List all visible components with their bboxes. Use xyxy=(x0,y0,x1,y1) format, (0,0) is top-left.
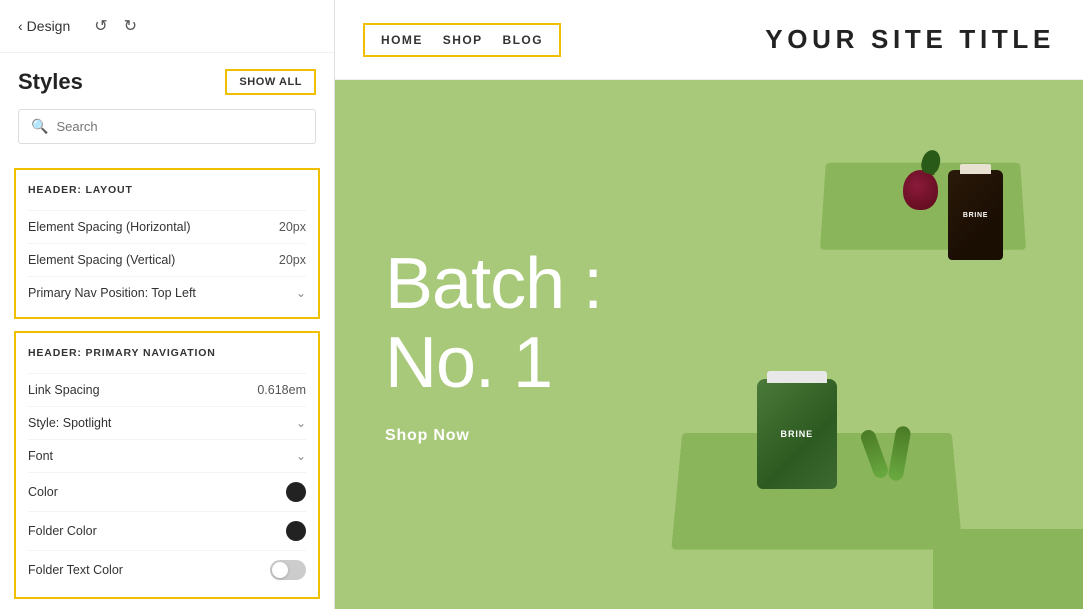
hero-heading-line2: No. 1 xyxy=(385,323,552,403)
bottle-product: BRINE xyxy=(948,170,1003,260)
header-nav-title: HEADER: PRIMARY NAVIGATION xyxy=(28,347,306,359)
history-controls: ↺ ↻ xyxy=(88,14,143,38)
color-swatch[interactable] xyxy=(286,482,306,502)
folder-color-label: Folder Color xyxy=(28,524,97,538)
link-spacing-label: Link Spacing xyxy=(28,383,100,397)
property-row: Element Spacing (Vertical) 20px xyxy=(28,243,306,276)
color-value xyxy=(286,482,306,502)
nav-box: HOME SHOP BLOG xyxy=(363,23,561,57)
jar-lid xyxy=(767,371,827,383)
folder-text-color-label: Folder Text Color xyxy=(28,563,123,577)
folder-text-color-row[interactable]: Folder Text Color xyxy=(28,550,306,589)
color-row[interactable]: Color xyxy=(28,472,306,511)
font-label: Font xyxy=(28,449,53,463)
folder-text-color-value xyxy=(270,560,306,580)
property-label: Element Spacing (Horizontal) xyxy=(28,220,191,234)
undo-button[interactable]: ↺ xyxy=(88,14,113,38)
bottle-label: BRINE xyxy=(963,212,988,219)
property-value: 20px xyxy=(279,253,306,267)
chevron-down-icon: ⌄ xyxy=(296,449,306,463)
folder-color-swatch[interactable] xyxy=(286,521,306,541)
font-row[interactable]: Font ⌄ xyxy=(28,439,306,472)
styles-title: Styles xyxy=(18,69,83,95)
preview-hero: Batch : No. 1 Shop Now BRINE BRINE xyxy=(335,80,1083,609)
hero-heading-line1: Batch : xyxy=(385,243,602,323)
property-value: ⌄ xyxy=(296,286,306,300)
hero-heading: Batch : No. 1 xyxy=(385,244,602,402)
property-label: Element Spacing (Vertical) xyxy=(28,253,175,267)
search-input[interactable] xyxy=(56,119,303,134)
redo-button[interactable]: ↻ xyxy=(118,14,143,38)
search-icon: 🔍 xyxy=(31,118,48,135)
beet-product xyxy=(903,170,938,210)
chevron-down-icon: ⌄ xyxy=(296,286,306,300)
back-label: Design xyxy=(27,18,71,34)
header-layout-title: HEADER: LAYOUT xyxy=(28,184,306,196)
nav-item-home[interactable]: HOME xyxy=(381,33,423,47)
bottle-cap xyxy=(960,164,991,174)
right-panel: HOME SHOP BLOG YOUR SITE TITLE Batch : N… xyxy=(335,0,1083,609)
top-bar: ‹ Design ↺ ↻ xyxy=(0,0,334,53)
chevron-down-icon: ⌄ xyxy=(296,416,306,430)
property-value: 20px xyxy=(279,220,306,234)
panel-content: HEADER: LAYOUT Element Spacing (Horizont… xyxy=(0,156,334,609)
back-button[interactable]: ‹ Design xyxy=(18,18,70,34)
color-label: Color xyxy=(28,485,58,499)
link-spacing-value: 0.618em xyxy=(257,383,306,397)
header-layout-section: HEADER: LAYOUT Element Spacing (Horizont… xyxy=(14,168,320,319)
font-value: ⌄ xyxy=(296,449,306,463)
hero-products: BRINE BRINE xyxy=(597,80,1083,609)
toggle-switch[interactable] xyxy=(270,560,306,580)
nav-item-shop[interactable]: SHOP xyxy=(443,33,483,47)
hero-cta-button[interactable]: Shop Now xyxy=(385,427,602,445)
show-all-button[interactable]: SHOW ALL xyxy=(225,69,316,95)
styles-header: Styles SHOW ALL xyxy=(0,53,334,105)
shelf-right xyxy=(933,529,1083,609)
property-label: Primary Nav Position: Top Left xyxy=(28,286,196,300)
jar-label: BRINE xyxy=(781,429,814,439)
folder-color-row[interactable]: Folder Color xyxy=(28,511,306,550)
folder-color-value xyxy=(286,521,306,541)
header-nav-section: HEADER: PRIMARY NAVIGATION Link Spacing … xyxy=(14,331,320,599)
site-title: YOUR SITE TITLE xyxy=(765,24,1055,55)
property-row: Element Spacing (Horizontal) 20px xyxy=(28,210,306,243)
search-bar: 🔍 xyxy=(18,109,316,144)
nav-item-blog[interactable]: BLOG xyxy=(503,33,543,47)
style-value: ⌄ xyxy=(296,416,306,430)
hero-text-block: Batch : No. 1 Shop Now xyxy=(385,244,602,444)
primary-nav-position-row[interactable]: Primary Nav Position: Top Left ⌄ xyxy=(28,276,306,309)
chevron-left-icon: ‹ xyxy=(18,18,23,34)
jar-product: BRINE xyxy=(757,379,837,489)
preview-header: HOME SHOP BLOG YOUR SITE TITLE xyxy=(335,0,1083,80)
link-spacing-row: Link Spacing 0.618em xyxy=(28,373,306,406)
left-panel: ‹ Design ↺ ↻ Styles SHOW ALL 🔍 HEADER: L… xyxy=(0,0,335,609)
style-label: Style: Spotlight xyxy=(28,416,111,430)
style-row[interactable]: Style: Spotlight ⌄ xyxy=(28,406,306,439)
